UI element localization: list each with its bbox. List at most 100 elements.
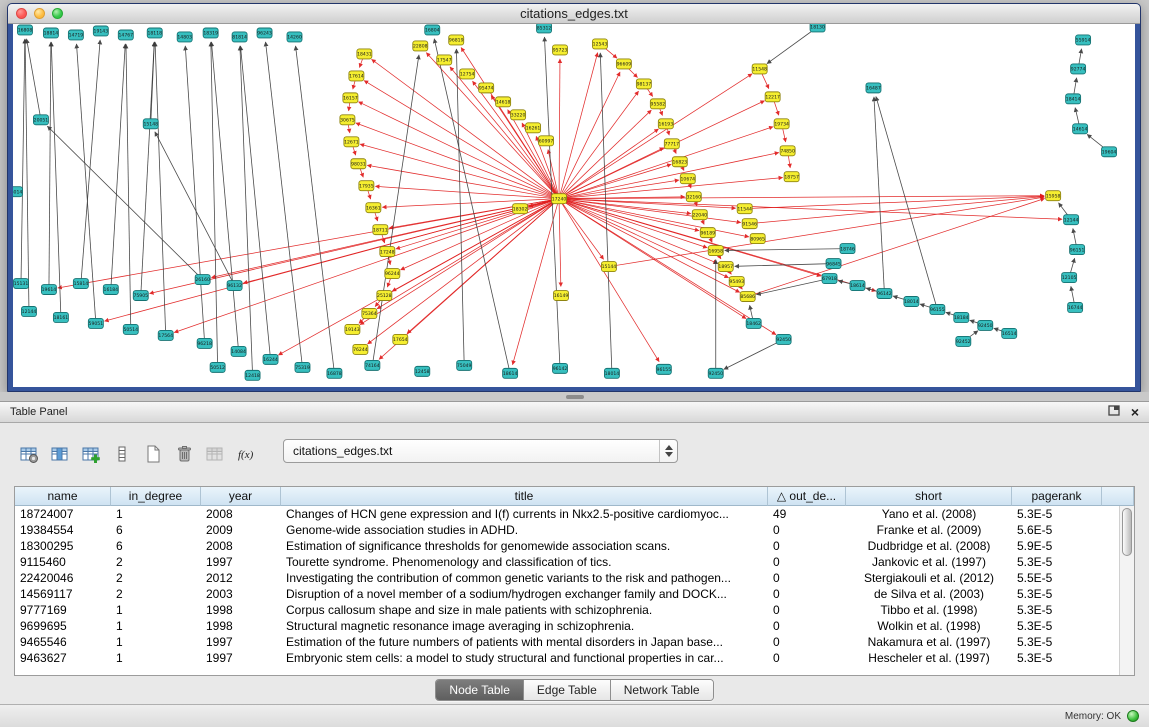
network-node[interactable]: 95723 [553,45,568,55]
cell-short[interactable]: Wolkin et al. (1998) [846,618,1012,634]
network-node[interactable]: 14084 [231,346,246,356]
cell-in_degree[interactable]: 6 [111,538,201,554]
dropdown-arrows-icon[interactable] [659,440,677,462]
network-edge[interactable] [559,101,765,199]
cell-name[interactable]: 9699695 [15,618,111,634]
cell-short[interactable]: Hescheler et al. (1997) [846,650,1012,666]
network-edge[interactable] [240,46,270,359]
network-node[interactable]: 16514 [1002,328,1017,338]
cell-title[interactable]: Corpus callosum shape and size in male p… [281,602,768,618]
cell-in_degree[interactable]: 1 [111,602,201,618]
network-node[interactable]: 96132 [227,281,242,291]
cell-short[interactable]: Nakamura et al. (1997) [846,634,1012,650]
cell-in_degree[interactable]: 1 [111,634,201,650]
network-node[interactable]: 12671 [344,137,359,147]
splitter-grip-icon[interactable] [566,395,584,399]
network-node[interactable]: 98137 [636,79,651,89]
cell-pagerank[interactable]: 5.3E-5 [1012,586,1102,602]
cell-title[interactable]: Embryonic stem cells: a model to study s… [281,650,768,666]
cell-year[interactable]: 1998 [201,618,281,634]
network-node[interactable]: 16808 [17,25,32,35]
network-node[interactable]: 96244 [385,269,400,279]
network-edge[interactable] [434,39,510,374]
network-edge[interactable] [25,39,29,312]
network-edge[interactable] [49,42,51,290]
table-row[interactable]: 2242004622012Investigating the contribut… [15,570,1119,586]
network-node[interactable]: 75049 [457,360,472,370]
network-node[interactable]: 81814 [232,32,247,42]
create-column-icon[interactable] [80,443,102,465]
cell-title[interactable]: Investigating the contribution of common… [281,570,768,586]
network-node[interactable]: 18414 [1066,94,1081,104]
column-header-in_degree[interactable]: in_degree [111,487,201,506]
new-table-icon[interactable] [142,443,164,465]
network-node[interactable]: 18014 [604,368,619,378]
network-node[interactable]: 17935 [359,181,374,191]
cell-out_degree[interactable]: 0 [768,618,846,634]
network-node[interactable]: 14614 [1073,124,1088,134]
cell-short[interactable]: Tibbo et al. (1998) [846,602,1012,618]
network-edge[interactable] [559,127,773,199]
network-graph[interactable]: 1724018431176141615730675126719803117935… [13,24,1135,387]
cell-year[interactable]: 2003 [201,586,281,602]
close-window-button[interactable] [16,8,27,19]
network-node[interactable]: 96845 [826,259,841,269]
function-builder-icon[interactable]: f(x) [235,443,257,465]
network-node[interactable]: 14719 [68,30,83,40]
cell-name[interactable]: 19384554 [15,522,111,538]
network-node[interactable]: 19143 [345,324,360,334]
column-header-pagerank[interactable]: pagerank [1012,487,1102,506]
network-node[interactable]: 18746 [840,244,855,254]
network-node[interactable]: 74850 [780,146,795,156]
network-node[interactable]: 96609 [616,59,631,69]
minimize-window-button[interactable] [34,8,45,19]
network-node[interactable]: 92774 [1071,64,1086,74]
network-node[interactable]: 30675 [340,115,355,125]
network-node[interactable]: 16744 [1068,302,1083,312]
network-node[interactable]: 76244 [353,344,368,354]
cell-pagerank[interactable]: 5.9E-5 [1012,538,1102,554]
network-edge[interactable] [559,59,560,199]
cell-in_degree[interactable]: 1 [111,618,201,634]
table-row[interactable]: 969969511998Structural magnetic resonanc… [15,618,1119,634]
network-node[interactable]: 74164 [365,360,380,370]
network-node[interactable]: 50514 [123,324,138,334]
cell-short[interactable]: Dudbridge et al. (2008) [846,538,1012,554]
cell-pagerank[interactable]: 5.3E-5 [1012,554,1102,570]
column-header-name[interactable]: name [15,487,111,506]
cell-year[interactable]: 2008 [201,506,281,522]
network-node[interactable]: 12217 [765,92,780,102]
network-node[interactable]: 96218 [197,338,212,348]
network-node[interactable]: 96151 [1070,245,1085,255]
network-edge[interactable] [456,49,464,365]
network-node[interactable]: 95582 [650,99,665,109]
network-node[interactable]: 17614 [349,71,364,81]
column-header-out_de[interactable]: △ out_de... [768,487,846,506]
network-node[interactable]: 15148 [143,119,158,129]
cell-in_degree[interactable]: 1 [111,506,201,522]
network-edge[interactable] [767,27,818,64]
network-node[interactable]: 14618 [496,97,511,107]
network-node[interactable]: 96142 [877,289,892,299]
network-node[interactable]: 11544 [737,204,752,214]
network-edge[interactable] [874,97,885,294]
cell-name[interactable]: 9463627 [15,650,111,666]
network-node[interactable]: 75905 [133,291,148,301]
network-node[interactable]: 18161 [53,312,68,322]
network-node[interactable]: 12144 [21,306,36,316]
tab-edge-table[interactable]: Edge Table [524,680,611,700]
network-edge[interactable] [155,132,235,286]
network-node[interactable]: 17654 [393,334,408,344]
cell-out_degree[interactable]: 49 [768,506,846,522]
network-node[interactable]: 92450 [978,320,993,330]
network-node[interactable]: 20051 [33,115,48,125]
network-node[interactable]: 96189 [700,228,715,238]
cell-out_degree[interactable]: 0 [768,634,846,650]
network-node[interactable]: 92450 [776,334,791,344]
network-edge[interactable] [51,42,61,318]
network-node[interactable]: 16149 [554,291,569,301]
cell-name[interactable]: 22420046 [15,570,111,586]
network-node[interactable]: 16823 [672,157,687,167]
network-node[interactable]: 96155 [656,364,671,374]
network-node[interactable]: 14803 [177,32,192,42]
